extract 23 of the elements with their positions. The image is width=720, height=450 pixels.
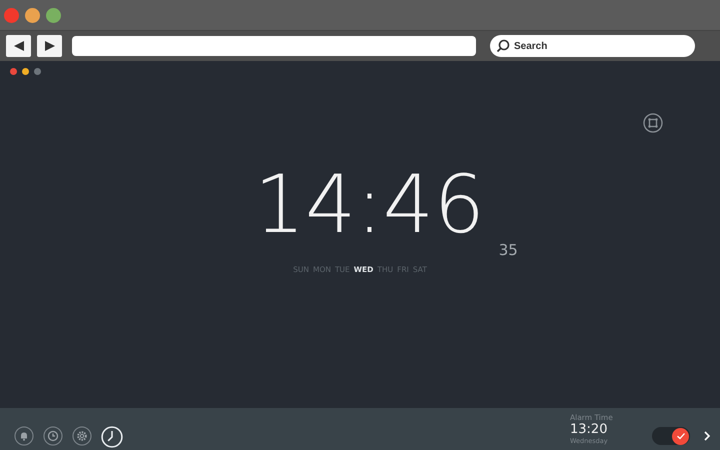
minimize-window-button[interactable] (22, 68, 29, 75)
zoom-window-button[interactable] (34, 68, 41, 75)
gear-icon[interactable] (72, 426, 92, 446)
bell-icon[interactable] (14, 426, 34, 446)
clock-icon[interactable] (101, 426, 123, 448)
timer-icon[interactable] (43, 426, 63, 446)
left-triangle-icon (12, 40, 26, 52)
clock-seconds: 35 (498, 241, 518, 259)
alarm-toggle[interactable] (652, 427, 690, 445)
address-field[interactable] (72, 36, 476, 56)
alarm-time: 13:20 (570, 422, 608, 437)
zoom-window-button[interactable] (46, 8, 61, 22)
chevron-right-icon[interactable] (702, 430, 712, 442)
clock-time: 14:46 (254, 165, 485, 245)
close-window-button[interactable] (10, 68, 17, 75)
right-triangle-icon (42, 40, 56, 52)
minimize-window-button[interactable] (25, 8, 40, 22)
checkmark-icon (676, 431, 686, 441)
back-button[interactable] (6, 35, 31, 57)
forward-button[interactable] (37, 35, 62, 57)
fullscreen-icon[interactable] (643, 113, 663, 133)
search-field[interactable]: Search (490, 35, 695, 57)
search-icon (496, 39, 510, 53)
